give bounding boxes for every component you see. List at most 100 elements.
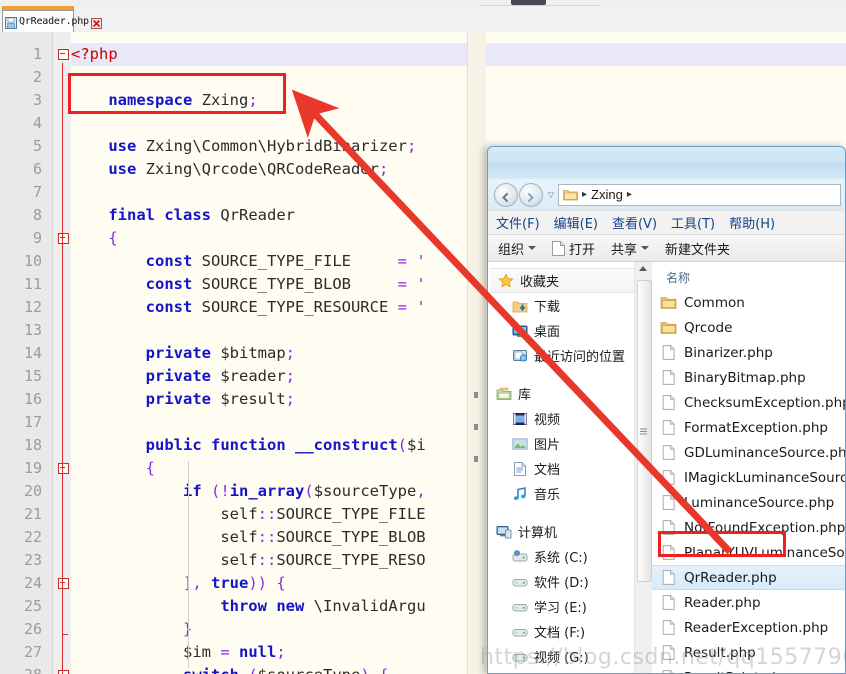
chevron-down-icon[interactable]: ▽ — [544, 184, 558, 206]
back-arrow-icon[interactable] — [494, 183, 518, 207]
code-folding-column[interactable] — [53, 32, 71, 674]
file-list-item[interactable]: ChecksumException.php — [652, 390, 845, 415]
code-line[interactable]: if (!in_array($sourceType, — [71, 480, 426, 503]
code-line[interactable]: private $bitmap; — [71, 342, 295, 365]
code-line[interactable]: private $result; — [71, 388, 295, 411]
code-line[interactable]: { — [71, 227, 118, 250]
code-line[interactable]: const SOURCE_TYPE_RESOURCE = ' — [71, 296, 426, 319]
code-line[interactable]: use Zxing\Qrcode\QRCodeReader; — [71, 158, 388, 181]
file-list-item[interactable]: Binarizer.php — [652, 340, 845, 365]
file-list-column-header-name[interactable]: 名称 — [652, 266, 845, 290]
line-number: 11 — [0, 273, 42, 296]
code-line[interactable]: const SOURCE_TYPE_FILE = ' — [71, 250, 426, 273]
navigation-pane[interactable]: 收藏夹下载桌面最近访问的位置库视频图片文档音乐计算机系统 (C:)软件 (D:)… — [488, 262, 634, 673]
nav-item-drive-icon[interactable]: 文档 (F:) — [488, 619, 634, 644]
chevron-down-icon — [528, 246, 536, 250]
code-line[interactable] — [71, 411, 80, 434]
nav-item-drive-icon[interactable]: 软件 (D:) — [488, 569, 634, 594]
code-line[interactable]: const SOURCE_TYPE_BLOB = ' — [71, 273, 426, 296]
toolbar-share[interactable]: 共享 — [611, 239, 649, 258]
fold-toggle-icon[interactable] — [58, 463, 69, 474]
explorer-titlebar[interactable] — [488, 147, 845, 180]
code-line[interactable] — [71, 112, 80, 135]
file-list-item[interactable]: ReaderException.php — [652, 615, 845, 640]
code-line[interactable]: self::SOURCE_TYPE_FILE — [71, 503, 426, 526]
file-list-item[interactable]: FormatException.php — [652, 415, 845, 440]
file-list-item-name: Binarizer.php — [684, 345, 773, 361]
fold-toggle-icon[interactable] — [58, 233, 69, 244]
menu-help[interactable]: 帮助(H) — [729, 213, 775, 232]
nav-item-label: 下载 — [534, 296, 560, 315]
fold-guide-line — [62, 63, 63, 674]
menu-file[interactable]: 文件(F) — [496, 213, 540, 232]
nav-item-downloads-icon[interactable]: 下载 — [488, 293, 634, 318]
code-line[interactable]: { — [71, 457, 155, 480]
line-number: 8 — [0, 204, 42, 227]
address-bar[interactable]: ▸ Zxing ▸ — [558, 184, 841, 206]
code-line[interactable]: self::SOURCE_TYPE_BLOB — [71, 526, 426, 549]
forward-arrow-icon[interactable] — [519, 183, 543, 207]
file-list-item[interactable]: Reader.php — [652, 590, 845, 615]
file-list-pane[interactable]: 名称CommonQrcode Binarizer.php BinaryBitmap.… — [652, 262, 845, 673]
file-list-item-name: IMagickLuminanceSource.php — [684, 470, 845, 486]
nav-item-system-drive-icon[interactable]: 系统 (C:) — [488, 544, 634, 569]
explorer-body: 收藏夹下载桌面最近访问的位置库视频图片文档音乐计算机系统 (C:)软件 (D:)… — [488, 262, 845, 673]
toolbar-new-folder[interactable]: 新建文件夹 — [665, 239, 730, 258]
code-line[interactable]: throw new \InvalidArgu — [71, 595, 426, 618]
file-list-item[interactable]: Qrcode — [652, 315, 845, 340]
code-line[interactable] — [71, 181, 80, 204]
breadcrumb-zxing[interactable]: Zxing — [591, 187, 623, 202]
editor-tab-qrreader[interactable]: QrReader.php — [2, 10, 74, 32]
nav-item-recent-places-icon[interactable]: 最近访问的位置 — [488, 343, 634, 368]
code-line[interactable]: final class QrReader — [71, 204, 295, 227]
toolbar-open[interactable]: 打开 — [552, 239, 595, 258]
toolbar-organize[interactable]: 组织 — [498, 239, 536, 258]
code-line[interactable]: use Zxing\Common\HybridBinarizer; — [71, 135, 416, 158]
editor-vertical-scrollbar[interactable] — [467, 32, 486, 674]
nav-item-desktop-icon[interactable]: 桌面 — [488, 318, 634, 343]
nav-item-documents-icon[interactable]: 文档 — [488, 456, 634, 481]
file-list-item-name: ReaderException.php — [684, 620, 828, 636]
nav-item-computer-icon[interactable]: 计算机 — [488, 519, 634, 544]
breadcrumb-separator-2[interactable]: ▸ — [627, 189, 632, 200]
breadcrumb-separator: ▸ — [582, 189, 587, 200]
code-line[interactable]: private $reader; — [71, 365, 295, 388]
menu-edit[interactable]: 编辑(E) — [554, 213, 598, 232]
code-line[interactable]: <?php — [71, 43, 846, 66]
file-list-item[interactable]: IMagickLuminanceSource.php — [652, 465, 845, 490]
nav-item-drive-icon[interactable]: 学习 (E:) — [488, 594, 634, 619]
file-list-item[interactable]: QrReader.php — [652, 565, 845, 590]
scroll-up-arrow-icon[interactable] — [639, 266, 647, 271]
file-list-item[interactable]: GDLuminanceSource.php — [652, 440, 845, 465]
file-list-item[interactable]: Common — [652, 290, 845, 315]
code-line[interactable] — [71, 319, 80, 342]
explorer-menubar: 文件(F) 编辑(E) 查看(V) 工具(T) 帮助(H) — [488, 210, 845, 234]
code-line[interactable]: } — [71, 618, 192, 641]
navigation-pane-scrollbar[interactable] — [634, 262, 652, 673]
close-icon[interactable] — [91, 16, 102, 27]
menu-view[interactable]: 查看(V) — [612, 213, 657, 232]
nav-item-star-icon[interactable]: 收藏夹 — [490, 268, 634, 293]
file-icon — [660, 369, 677, 386]
nav-item-music-icon[interactable]: 音乐 — [488, 481, 634, 506]
code-line[interactable]: self::SOURCE_TYPE_RESO — [71, 549, 426, 572]
nav-item-videos-icon[interactable]: 视频 — [488, 406, 634, 431]
line-number: 9 — [0, 227, 42, 250]
menu-tools[interactable]: 工具(T) — [671, 213, 715, 232]
nav-item-label: 计算机 — [518, 522, 557, 541]
code-line[interactable]: $im = null; — [71, 641, 286, 664]
code-line[interactable]: ], true)) { — [71, 572, 286, 595]
fold-toggle-icon[interactable] — [58, 670, 69, 674]
windows-explorer-window[interactable]: ▽ ▸ Zxing ▸ 文件(F) 编辑(E) 查看(V) 工具(T) 帮助(H… — [487, 146, 846, 674]
line-number-gutter: 1234567891011121314151617181920212223242… — [0, 32, 53, 674]
nav-item-pictures-icon[interactable]: 图片 — [488, 431, 634, 456]
fold-toggle-icon[interactable] — [58, 578, 69, 589]
line-number: 23 — [0, 549, 42, 572]
file-list-item[interactable]: BinaryBitmap.php — [652, 365, 845, 390]
file-list-item[interactable]: LuminanceSource.php — [652, 490, 845, 515]
indent-guide — [188, 461, 189, 668]
fold-toggle-icon[interactable] — [58, 49, 69, 60]
code-line[interactable]: switch ($sourceType) { — [71, 664, 388, 674]
nav-item-library-icon[interactable]: 库 — [488, 381, 634, 406]
code-line[interactable]: public function __construct($i — [71, 434, 426, 457]
